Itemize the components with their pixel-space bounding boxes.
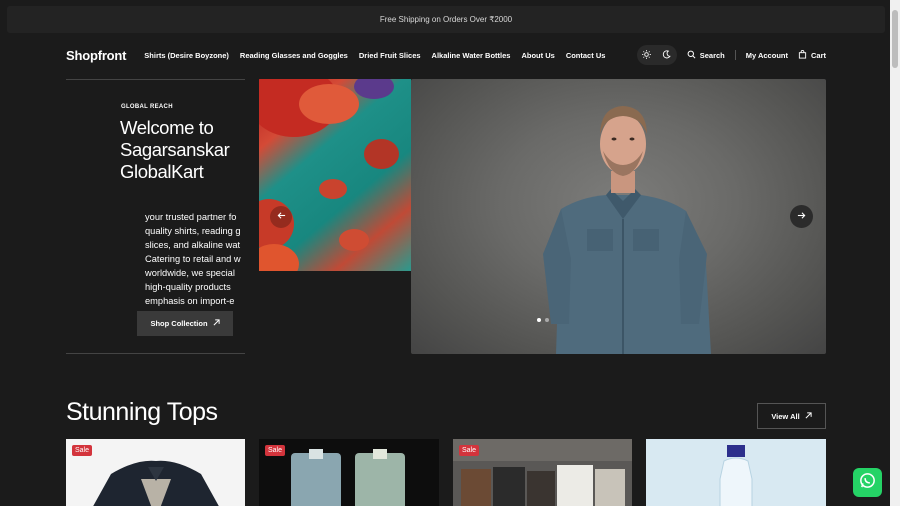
- arrow-up-right-icon: [213, 319, 220, 328]
- search-button[interactable]: Search: [687, 50, 725, 61]
- product-image: [291, 449, 405, 506]
- hero-dot-1[interactable]: [537, 318, 541, 322]
- theme-toggle[interactable]: [636, 45, 677, 65]
- product-card[interactable]: Sale: [453, 439, 632, 506]
- hero-title-line: Welcome to: [120, 117, 214, 138]
- scrollbar-thumb[interactable]: [892, 10, 898, 68]
- hero-main-image: [411, 79, 826, 354]
- hero-prev-button[interactable]: [270, 206, 292, 228]
- hero-desc-line: your trusted partner fo: [145, 212, 237, 222]
- nav-item-shirts[interactable]: Shirts (Desire Boyzone): [144, 51, 229, 60]
- shop-collection-label: Shop Collection: [150, 319, 208, 328]
- hero-desc-line: emphasis on import-e: [145, 296, 235, 306]
- arrow-right-icon: [797, 211, 806, 223]
- header-actions: Search My Account Cart: [636, 45, 826, 65]
- cart-icon: [798, 49, 807, 61]
- hero-desc-line: high-quality products: [145, 282, 231, 292]
- hero-pagination: [537, 318, 549, 322]
- hero-desc-line: slices, and alkaline wat: [145, 240, 241, 250]
- product-card[interactable]: [646, 439, 826, 506]
- hero-fabric-image: [259, 79, 411, 271]
- view-all-button[interactable]: View All: [757, 403, 826, 429]
- hero-title-line: GlobalKart: [120, 161, 204, 182]
- cart-label: Cart: [810, 50, 826, 60]
- hero-next-button[interactable]: [790, 205, 813, 228]
- nav-item-dried-fruit[interactable]: Dried Fruit Slices: [359, 51, 421, 60]
- header-divider: [734, 50, 736, 60]
- site-header: Shopfront Shirts (Desire Boyzone) Readin…: [66, 44, 826, 66]
- product-image: [453, 439, 632, 506]
- arrow-up-right-icon: [805, 411, 812, 421]
- search-icon: [687, 50, 696, 61]
- product-image: [93, 460, 219, 506]
- hero-desc-line: quality shirts, reading g: [145, 226, 241, 236]
- product-image: [719, 445, 753, 506]
- hero-model-illustration: [543, 106, 711, 354]
- hero-description: your trusted partner fo quality shirts, …: [145, 210, 245, 308]
- nav-item-about[interactable]: About Us: [521, 51, 554, 60]
- nav-item-contact[interactable]: Contact Us: [566, 51, 606, 60]
- sale-badge: Sale: [459, 445, 480, 456]
- announcement-bar: Free Shipping on Orders Over ₹2000: [7, 6, 885, 33]
- product-card[interactable]: Sale: [66, 439, 245, 506]
- hero-title-line: Sagarsanskar: [120, 139, 230, 160]
- section-title: Stunning Tops: [66, 398, 218, 426]
- arrow-left-icon: [277, 211, 286, 223]
- cart-button[interactable]: Cart: [798, 49, 826, 61]
- hero-title: Welcome to Sagarsanskar GlobalKart: [120, 117, 245, 183]
- nav-item-glasses[interactable]: Reading Glasses and Goggles: [240, 51, 348, 60]
- announcement-text: Free Shipping on Orders Over ₹2000: [379, 15, 513, 24]
- sale-badge: Sale: [265, 445, 286, 456]
- whatsapp-chat-button[interactable]: [853, 468, 882, 497]
- site-logo[interactable]: Shopfront: [66, 48, 126, 63]
- hero-eyebrow: GLOBAL REACH: [121, 104, 173, 110]
- view-all-label: View All: [771, 411, 800, 421]
- hero-text-panel: GLOBAL REACH Welcome to Sagarsanskar Glo…: [66, 79, 245, 354]
- nav-item-water-bottles[interactable]: Alkaline Water Bottles: [432, 51, 511, 60]
- hero-desc-line: worldwide, we special: [145, 268, 235, 278]
- sale-badge: Sale: [72, 445, 93, 456]
- shop-collection-button[interactable]: Shop Collection: [137, 311, 233, 336]
- whatsapp-icon: [858, 471, 877, 495]
- page-scrollbar[interactable]: [890, 0, 900, 506]
- moon-icon[interactable]: [662, 49, 671, 61]
- main-nav: Shirts (Desire Boyzone) Reading Glasses …: [144, 51, 605, 60]
- hero-dot-2[interactable]: [545, 318, 549, 322]
- product-card[interactable]: Sale: [259, 439, 439, 506]
- search-label: Search: [699, 50, 725, 60]
- my-account-link[interactable]: My Account: [746, 51, 788, 60]
- sun-icon[interactable]: [642, 49, 652, 61]
- hero-desc-line: Catering to retail and w: [145, 254, 241, 264]
